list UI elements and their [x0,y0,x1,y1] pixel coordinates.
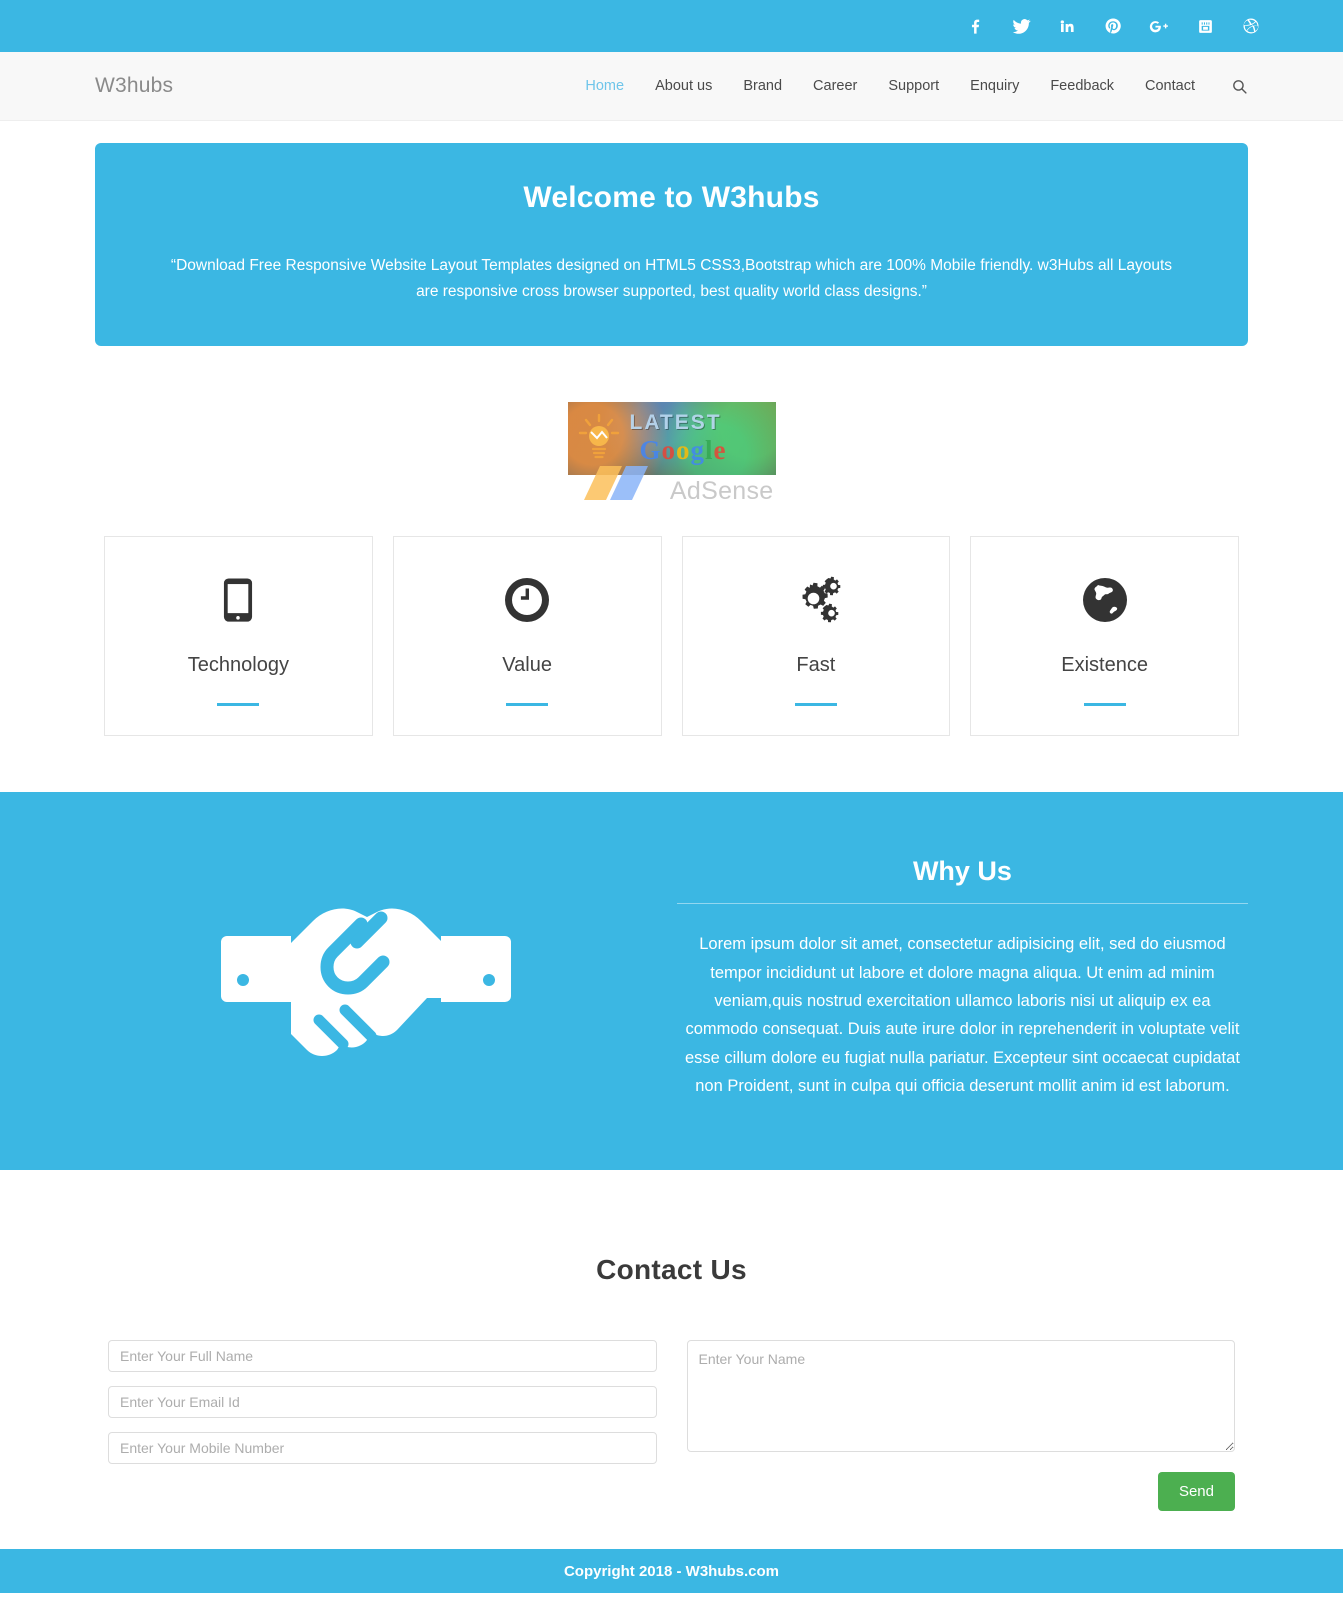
globe-icon [1081,572,1129,628]
nav-item-brand[interactable]: Brand [743,78,782,94]
contact-form-left-column [108,1340,657,1465]
why-us-content: Why Us Lorem ipsum dolor sit amet, conse… [676,856,1248,1100]
main-navbar: W3hubs Home About us Brand Career Suppor… [0,52,1343,121]
copyright-text: Copyright 2018 - W3hubs.com [563,1562,780,1580]
google-adsense-banner[interactable]: LATEST Google AdSense [567,402,776,508]
ad-image: LATEST Google [567,402,776,476]
ad-google-wordmark: Google [639,435,727,466]
mobile-phone-icon [223,572,253,628]
twitter-icon[interactable] [1011,16,1031,36]
send-button[interactable]: Send [1157,1472,1235,1512]
contact-form-right-column: Send [686,1340,1235,1512]
search-icon[interactable] [1230,77,1248,95]
pinterest-icon[interactable] [1103,16,1123,36]
facebook-icon[interactable] [965,16,985,36]
nav-item-about-us[interactable]: About us [655,78,712,94]
handshake-icon [220,908,511,1057]
feature-card-technology[interactable]: Technology [104,536,373,737]
message-textarea[interactable] [686,1340,1235,1453]
social-bar [0,0,1343,52]
feature-card-underline [217,703,260,707]
feature-card-value[interactable]: Value [392,536,662,737]
feature-cards: Technology Value Fast Existence [0,536,1343,737]
feature-card-underline [794,703,837,707]
hero-banner: Welcome to W3hubs “Download Free Respons… [95,143,1248,347]
nav-item-career[interactable]: Career [813,78,857,94]
ad-adsense-text: AdSense [669,477,774,506]
email-input[interactable] [108,1386,657,1419]
contact-section: Contact Us Send [0,1170,1343,1512]
feature-card-underline [506,703,549,707]
nav-item-enquiry[interactable]: Enquiry [970,78,1019,94]
full-name-input[interactable] [108,1340,657,1373]
google-plus-icon[interactable] [1149,16,1169,36]
contact-title: Contact Us [596,1254,747,1286]
linkedin-icon[interactable] [1057,16,1077,36]
site-brand[interactable]: W3hubs [95,74,173,98]
nav-item-contact[interactable]: Contact [1145,78,1195,94]
feature-card-underline [1083,703,1126,707]
feature-card-title: Technology [187,654,289,677]
hero-title: Welcome to W3hubs [523,181,820,214]
hero-section: Welcome to W3hubs “Download Free Respons… [0,121,1343,347]
feature-card-fast[interactable]: Fast [681,536,951,737]
hero-description: “Download Free Responsive Website Layout… [170,257,1173,300]
adsense-ribbon-icon [583,466,648,501]
feature-card-title: Fast [796,654,836,677]
youtube-icon[interactable] [1195,16,1215,36]
contact-form: Send [108,1340,1235,1512]
nav-item-home[interactable]: Home [585,78,624,94]
mobile-number-input[interactable] [108,1432,657,1465]
why-us-illustration [95,888,637,1068]
feature-card-title: Existence [1061,654,1148,677]
feature-card-title: Value [502,654,552,677]
feature-card-existence[interactable]: Existence [970,536,1239,737]
lightbulb-icon [578,414,619,459]
why-us-title: Why Us [912,856,1012,887]
nav-item-feedback[interactable]: Feedback [1050,78,1114,94]
why-us-divider [676,903,1248,905]
dribbble-icon[interactable] [1241,16,1261,36]
site-footer: Copyright 2018 - W3hubs.com [0,1549,1343,1594]
clock-icon [503,572,551,628]
why-us-section: Why Us Lorem ipsum dolor sit amet, conse… [0,792,1343,1171]
ad-section: LATEST Google AdSense [0,346,1343,534]
gears-icon [788,572,844,628]
nav-links: Home About us Brand Career Support Enqui… [585,77,1248,95]
nav-item-support[interactable]: Support [888,78,939,94]
why-us-text: Lorem ipsum dolor sit amet, consectetur … [685,935,1240,1095]
ad-latest-text: LATEST [629,411,722,435]
